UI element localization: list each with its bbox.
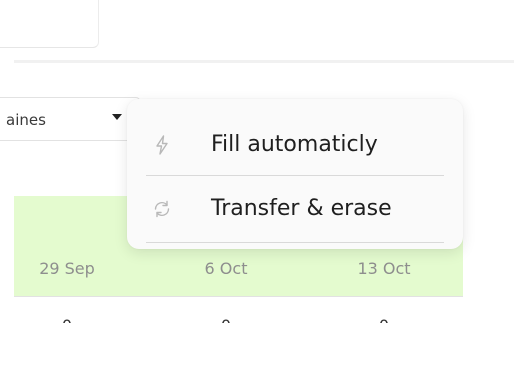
- sync-icon: [154, 200, 170, 218]
- week-column-label: 6 Oct: [204, 259, 248, 278]
- menu-item-transfer-erase[interactable]: Transfer & erase: [127, 181, 463, 237]
- week-column-label: 29 Sep: [39, 259, 95, 278]
- period-select-value: aines: [6, 111, 46, 129]
- week-column-label: 13 Oct: [357, 259, 411, 278]
- top-input-field[interactable]: [0, 0, 99, 48]
- period-select[interactable]: aines: [0, 97, 140, 141]
- header-divider: [14, 60, 514, 63]
- lightning-icon: [156, 135, 168, 155]
- menu-divider: [146, 242, 444, 243]
- planning-view: aines 29 Sep 6 Oct 13 Oct 0 0 0 Fill aut…: [0, 0, 528, 367]
- menu-item-label: Transfer & erase: [211, 196, 392, 221]
- scroll-clip: [0, 323, 528, 367]
- menu-item-label: Fill automaticly: [211, 132, 378, 157]
- table-divider: [14, 296, 463, 297]
- context-menu: Fill automaticly Transfer & erase: [127, 99, 463, 249]
- menu-divider: [146, 175, 444, 176]
- chevron-down-icon[interactable]: [112, 114, 122, 120]
- menu-item-fill-automatically[interactable]: Fill automaticly: [127, 117, 463, 173]
